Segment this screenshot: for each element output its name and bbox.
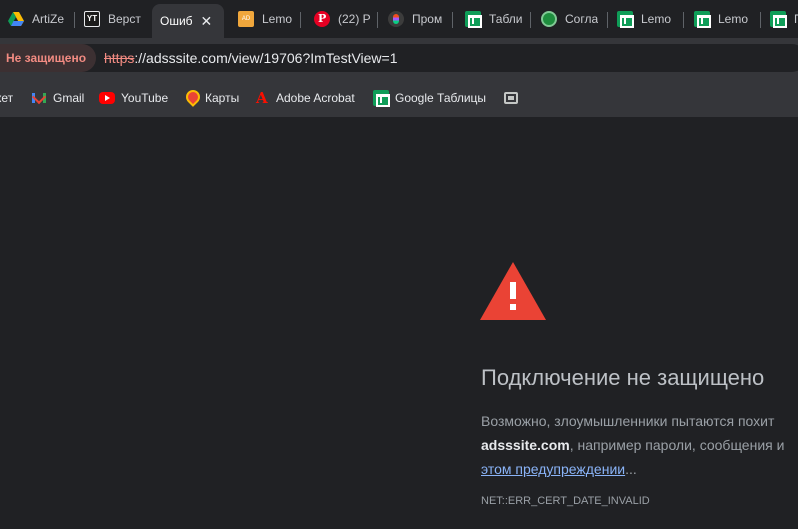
error-line-2-rest: , например пароли, сообщения и xyxy=(569,437,785,453)
gmail-icon xyxy=(31,90,47,106)
yt-icon: YT xyxy=(84,11,100,27)
address-bar[interactable]: Не защищено https://adsssite.com/view/19… xyxy=(0,44,798,72)
bookmark-label: кет xyxy=(0,91,14,105)
error-line-3: этом предупреждении... xyxy=(481,457,784,481)
warning-triangle-icon xyxy=(480,262,546,320)
tab-lemon[interactable]: AD Lemo xyxy=(230,4,298,34)
tab-separator xyxy=(74,12,75,28)
tab-artize[interactable]: ArtiZe xyxy=(0,4,70,34)
tab-separator xyxy=(607,12,608,28)
tab-separator xyxy=(377,12,378,28)
youtube-icon xyxy=(99,92,115,104)
circle-sheet-icon xyxy=(541,11,557,27)
bookmark-google-sheets[interactable]: Google Таблицы xyxy=(373,88,486,108)
error-description: Возможно, злоумышленники пытаются похит … xyxy=(481,409,784,481)
not-secure-label: Не защищено xyxy=(6,51,87,65)
tab-strip: ArtiZe YT Верст Ошиб ✕ AD Lemo (22) P Пр… xyxy=(0,0,798,38)
error-code: NET::ERR_CERT_DATE_INVALID xyxy=(481,495,650,507)
bookmark-maps[interactable]: Карты xyxy=(183,88,239,108)
bookmark-label: Gmail xyxy=(53,91,85,105)
lemon-icon: AD xyxy=(238,11,254,27)
tab-title: Табли xyxy=(489,12,523,26)
toolbar: Не защищено https://adsssite.com/view/19… xyxy=(0,38,798,78)
bookmark-label: Google Таблицы xyxy=(395,91,487,105)
tab-title: (22) P xyxy=(338,12,371,26)
tab-separator xyxy=(760,12,761,28)
bookmarks-bar: кет Gmail YouTube Карты Adobe Acrobat Go… xyxy=(0,78,798,118)
bookmark-label: Карты xyxy=(205,91,240,105)
tab-soglas[interactable]: Согла xyxy=(533,4,605,34)
close-tab-icon[interactable]: ✕ xyxy=(201,13,213,30)
bookmark-youtube[interactable]: YouTube xyxy=(99,88,168,108)
tab-pinterest[interactable]: (22) P xyxy=(306,4,374,34)
bookmark-market[interactable]: кет xyxy=(0,88,13,108)
acrobat-icon xyxy=(254,89,270,107)
figma-icon xyxy=(388,11,404,27)
error-title: Подключение не защищено xyxy=(481,365,765,390)
folder-icon xyxy=(504,92,518,104)
bookmark-label: YouTube xyxy=(121,91,169,105)
pinterest-icon xyxy=(314,11,330,27)
tab-lemon-sheet-1[interactable]: Lemo xyxy=(609,4,681,34)
google-drive-icon xyxy=(8,11,24,27)
google-sheets-icon xyxy=(465,11,482,28)
error-page: Подключение не защищено Возможно, злоумы… xyxy=(0,119,798,529)
tab-lemon-sheet-2[interactable]: Lemo xyxy=(686,4,756,34)
tab-separator xyxy=(452,12,453,28)
bookmark-label: Adobe Acrobat xyxy=(276,91,355,105)
tab-verst[interactable]: YT Верст xyxy=(76,4,144,34)
learn-more-suffix: ... xyxy=(625,461,637,477)
tab-title: Верст xyxy=(108,12,141,26)
sheets-icon xyxy=(373,90,390,107)
google-sheets-icon xyxy=(617,11,634,28)
tab-title: ArtiZe xyxy=(32,12,65,26)
tab-separator xyxy=(300,12,301,28)
tab-sheets[interactable]: Табли xyxy=(457,4,529,34)
not-secure-chip[interactable]: Не защищено xyxy=(0,44,97,72)
google-sheets-icon xyxy=(770,11,787,28)
tab-title: Lemo xyxy=(262,12,293,26)
error-line-2: adsssite.com, например пароли, сообщения… xyxy=(481,433,784,457)
tab-title: Ошиб xyxy=(160,14,193,28)
url-rest: ://adsssite.com/view/19706?ImTestView=1 xyxy=(134,50,398,66)
error-host: adsssite.com xyxy=(481,437,570,453)
tab-separator xyxy=(683,12,684,28)
maps-icon xyxy=(183,90,199,106)
tab-separator xyxy=(530,12,531,28)
bookmark-gmail[interactable]: Gmail xyxy=(31,88,84,108)
bookmark-acrobat[interactable]: Adobe Acrobat xyxy=(254,88,355,108)
tab-sheet-partial[interactable]: П xyxy=(762,4,798,34)
google-sheets-icon xyxy=(694,11,711,28)
learn-more-link[interactable]: этом предупреждении xyxy=(481,461,625,477)
tab-figma[interactable]: Пром xyxy=(380,4,450,34)
tab-title: Согла xyxy=(565,12,599,26)
error-line-1: Возможно, злоумышленники пытаются похит xyxy=(481,413,775,429)
tab-title: Lemo xyxy=(718,12,749,26)
url-scheme: https xyxy=(104,50,135,66)
url-text[interactable]: https://adsssite.com/view/19706?ImTestVi… xyxy=(104,50,398,66)
bookmark-folder[interactable] xyxy=(504,88,524,108)
tab-title: П xyxy=(794,12,798,26)
tab-error-active[interactable]: Ошиб ✕ xyxy=(152,4,224,38)
tab-title: Пром xyxy=(412,12,443,26)
tab-title: Lemo xyxy=(641,12,672,26)
